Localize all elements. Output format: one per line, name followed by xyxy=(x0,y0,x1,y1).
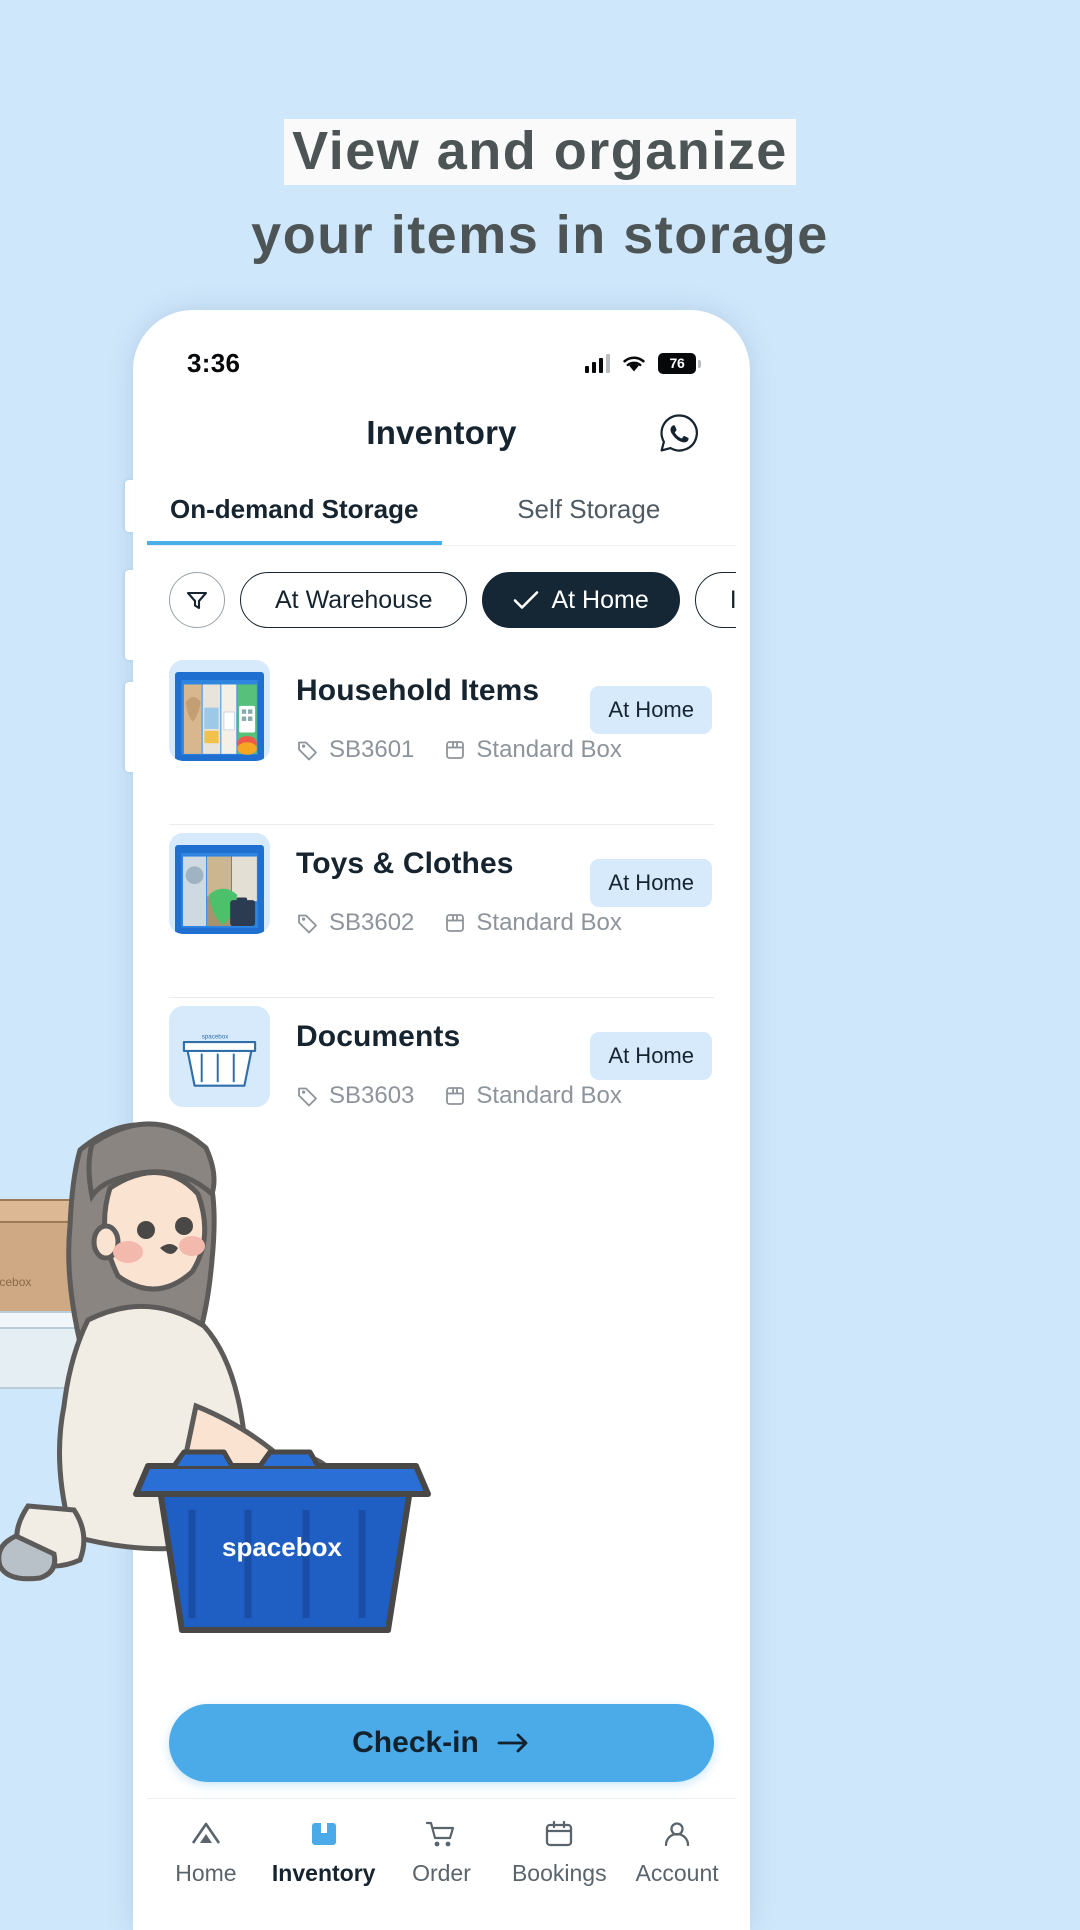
item-code: SB3603 xyxy=(329,1082,415,1109)
nav-item-order[interactable]: Order xyxy=(383,1819,501,1887)
nav-item-bookings[interactable]: Bookings xyxy=(500,1819,618,1887)
battery-level: 76 xyxy=(669,355,685,371)
box-icon xyxy=(446,914,465,932)
whatsapp-icon[interactable] xyxy=(658,412,700,454)
battery-icon: 76 xyxy=(658,352,701,374)
checkin-cta-wrap: Check-in xyxy=(147,1704,736,1782)
nav-label-bookings: Bookings xyxy=(511,1860,607,1886)
wifi-icon xyxy=(623,356,645,371)
nav-label-home: Home xyxy=(175,1860,237,1886)
tab-self-storage[interactable]: Self Storage xyxy=(442,480,737,545)
nav-label-order: Order xyxy=(412,1860,471,1886)
filter-chip-row[interactable]: At Warehouse At Home In xyxy=(147,546,736,652)
tag-icon xyxy=(298,914,317,934)
page-title: Inventory xyxy=(366,414,517,451)
arrow-right-icon xyxy=(497,1733,528,1753)
phone-volume-down-button[interactable] xyxy=(125,682,135,772)
headline-line-2: your items in storage xyxy=(251,204,829,265)
phone-volume-up-button[interactable] xyxy=(125,570,135,660)
tag-icon xyxy=(298,1087,317,1107)
svg-text:spacebox: spacebox xyxy=(0,1275,31,1289)
chip-in-transit[interactable]: In xyxy=(694,572,736,628)
nav-label-inventory: Inventory xyxy=(271,1860,376,1886)
status-bar: 3:36 76 xyxy=(147,324,736,386)
svg-text:spacebox: spacebox xyxy=(202,1033,230,1040)
chip-in-transit-label: In xyxy=(729,585,736,614)
app-bar: Inventory xyxy=(147,386,736,480)
item-box-type: Standard Box xyxy=(476,909,622,936)
checkin-button-label: Check-in xyxy=(352,1726,479,1759)
home-icon xyxy=(191,1822,220,1844)
toys-box-photo xyxy=(175,845,264,934)
inventory-box-icon xyxy=(311,1823,336,1845)
nav-label-account: Account xyxy=(635,1860,719,1886)
headline-line-1: View and organize xyxy=(0,110,1080,194)
status-badge: At Home xyxy=(590,1032,712,1080)
item-thumbnail: spacebox xyxy=(169,1006,270,1107)
item-code: SB3602 xyxy=(329,909,415,936)
list-item[interactable]: Toys & Clothes SB3602 Standard Box At Ho… xyxy=(147,825,736,997)
nav-item-account[interactable]: Account xyxy=(618,1819,736,1887)
tag-icon xyxy=(298,741,317,761)
person-icon xyxy=(664,1822,690,1847)
box-icon xyxy=(446,1087,465,1105)
status-badge: At Home xyxy=(590,859,712,907)
phone-mockup: 3:36 76 Inventory On-demand Storage Self… xyxy=(125,310,750,1930)
promo-headline: View and organize your items in storage xyxy=(0,110,1080,277)
nav-item-inventory[interactable]: Inventory xyxy=(265,1819,383,1887)
nav-item-home[interactable]: Home xyxy=(147,1819,265,1887)
chip-at-home[interactable]: At Home xyxy=(482,572,680,628)
phone-screen: 3:36 76 Inventory On-demand Storage Self… xyxy=(147,324,736,1930)
item-meta: SB3601 Standard Box xyxy=(296,736,714,764)
storage-type-tabs: On-demand Storage Self Storage xyxy=(147,480,736,545)
item-thumbnail xyxy=(169,660,270,761)
chip-at-home-label: At Home xyxy=(551,585,649,614)
box-icon xyxy=(446,741,465,759)
active-tab-indicator xyxy=(147,541,442,545)
item-meta: SB3603 Standard Box xyxy=(296,1082,714,1110)
status-badge: At Home xyxy=(590,686,712,734)
signal-bars-icon xyxy=(584,353,610,373)
filter-button[interactable] xyxy=(169,572,225,628)
checkin-button[interactable]: Check-in xyxy=(169,1704,714,1782)
calendar-icon xyxy=(546,1820,573,1847)
check-icon xyxy=(513,590,539,610)
item-thumbnail xyxy=(169,833,270,934)
phone-silent-switch[interactable] xyxy=(125,480,135,532)
inventory-list: Household Items SB3601 Standard Box At H… xyxy=(147,652,736,1170)
item-box-type: Standard Box xyxy=(476,1082,622,1109)
documents-box-illustration: spacebox xyxy=(175,1018,264,1107)
chip-at-warehouse[interactable]: At Warehouse xyxy=(240,572,468,628)
list-item[interactable]: Household Items SB3601 Standard Box At H… xyxy=(147,652,736,824)
status-time: 3:36 xyxy=(187,347,241,378)
bottom-navigation: Home Inventory Order Bookings Account xyxy=(147,1798,736,1930)
list-item[interactable]: spacebox Documents SB3603 Standard Box A… xyxy=(147,998,736,1170)
tab-on-demand-storage[interactable]: On-demand Storage xyxy=(147,480,442,545)
item-box-type: Standard Box xyxy=(476,736,622,763)
chip-at-warehouse-label: At Warehouse xyxy=(275,585,433,614)
household-box-photo xyxy=(175,672,264,761)
funnel-icon xyxy=(186,591,208,610)
item-code: SB3601 xyxy=(329,736,415,763)
cart-icon xyxy=(426,1821,455,1847)
item-meta: SB3602 Standard Box xyxy=(296,909,714,937)
